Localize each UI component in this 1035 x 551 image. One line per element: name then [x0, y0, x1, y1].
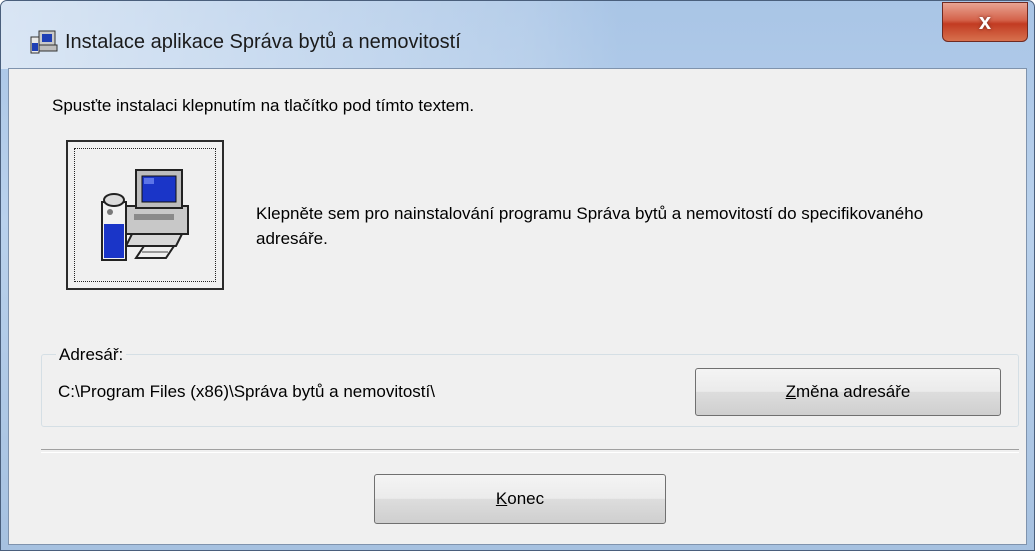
- exit-accelerator: K: [495, 489, 508, 508]
- instruction-text: Spusťte instalaci klepnutím na tlačítko …: [52, 96, 475, 115]
- change-directory-label: měna adresáře: [796, 382, 911, 401]
- window-title: Instalace aplikace Správa bytů a nemovit…: [65, 31, 461, 53]
- exit-label: onec: [507, 489, 545, 508]
- install-description: Klepněte sem pro nainstalování programu …: [256, 204, 924, 248]
- window-close-button[interactable]: x: [942, 2, 1028, 42]
- install-button[interactable]: [66, 140, 224, 290]
- close-icon: x: [978, 9, 992, 34]
- change-directory-accelerator: Z: [785, 382, 797, 401]
- title-bar[interactable]: Instalace aplikace Správa bytů a nemovit…: [1, 1, 1034, 69]
- change-directory-button[interactable]: Změna adresáře: [695, 368, 1001, 416]
- app-icon: [30, 30, 58, 54]
- directory-path: C:\Program Files (x86)\Správa bytů a nem…: [58, 382, 435, 401]
- exit-button[interactable]: Konec: [374, 474, 666, 524]
- directory-group-label: Adresář:: [56, 345, 127, 365]
- installer-computer-icon: [101, 169, 189, 261]
- separator-line: [41, 449, 1019, 453]
